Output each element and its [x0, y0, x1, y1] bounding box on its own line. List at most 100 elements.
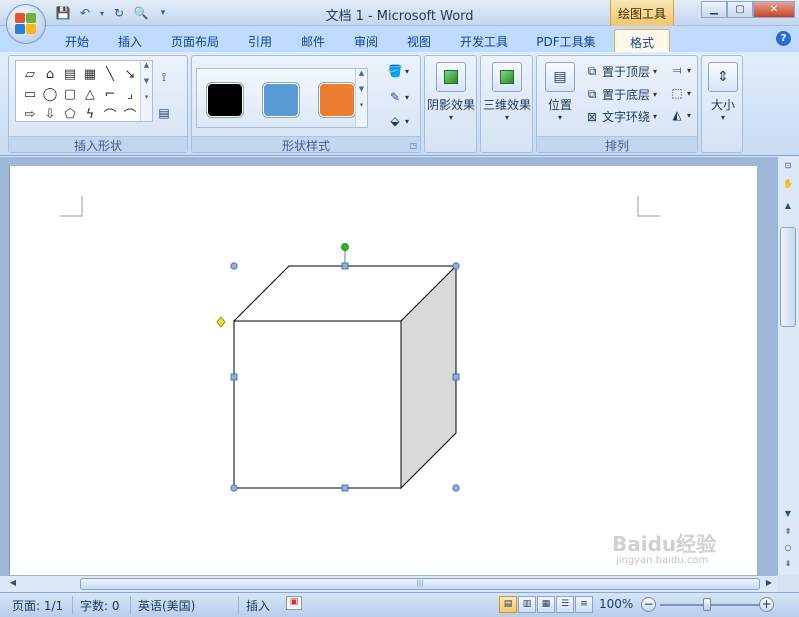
- zoom-in-button[interactable]: +: [759, 597, 774, 612]
- macro-record-icon[interactable]: ▣: [286, 596, 302, 610]
- insert-mode[interactable]: 插入: [246, 597, 270, 614]
- shape-option-14[interactable]: ⬠: [60, 104, 80, 124]
- tab-pdf-tools[interactable]: PDF工具集: [530, 29, 602, 52]
- horizontal-scroll-thumb[interactable]: |||: [80, 578, 760, 590]
- scroll-left-icon[interactable]: ◀: [6, 578, 20, 587]
- shape-option-8[interactable]: ▢: [60, 84, 80, 104]
- scroll-down-icon[interactable]: ▼: [780, 509, 796, 523]
- scroll-right-icon[interactable]: ▶: [762, 578, 776, 587]
- redo-icon[interactable]: ↻: [110, 4, 128, 22]
- draft-view-icon[interactable]: ≡: [575, 596, 593, 613]
- tab-mailings[interactable]: 邮件: [294, 29, 332, 52]
- tab-review[interactable]: 审阅: [347, 29, 385, 52]
- adjustment-handle[interactable]: [216, 316, 226, 328]
- page-count[interactable]: 页面: 1/1: [12, 597, 63, 614]
- outline-view-icon[interactable]: ☰: [556, 596, 574, 613]
- shape-option-5[interactable]: ↘: [120, 64, 140, 84]
- zoom-slider-thumb[interactable]: [703, 598, 711, 611]
- shape-option-10[interactable]: ⌐: [100, 84, 120, 104]
- position-button[interactable]: ▤ 位置 ▾: [541, 62, 579, 122]
- tab-view[interactable]: 视图: [400, 29, 438, 52]
- shadow-effects-button[interactable]: 阴影效果 ▾: [427, 62, 475, 122]
- vertical-scrollbar[interactable]: ⊡ ✋ ▲ ▼ ⇞ ○ ⇟: [777, 157, 799, 575]
- word-count[interactable]: 字数: 0: [80, 597, 120, 614]
- size-button[interactable]: ⇕ 大小 ▾: [704, 62, 742, 122]
- corner-resize-handle[interactable]: [452, 484, 460, 492]
- change-shape-button[interactable]: ⬙ ▾: [388, 114, 409, 128]
- document-page[interactable]: [9, 166, 757, 575]
- group-3d-effects: 三维效果 ▾: [480, 55, 533, 153]
- style-gallery-scroll[interactable]: ▲ ▼ ▾: [355, 69, 367, 127]
- align-button[interactable]: ⫤ ▾: [670, 63, 691, 77]
- side-resize-handle[interactable]: [230, 373, 238, 381]
- tab-developer[interactable]: 开发工具: [453, 29, 515, 52]
- zoom-out-button[interactable]: −: [641, 597, 656, 612]
- style-swatch-black[interactable]: [207, 83, 243, 117]
- corner-resize-handle[interactable]: [230, 262, 238, 270]
- web-layout-icon[interactable]: ▦: [537, 596, 555, 613]
- next-page-icon[interactable]: ⇟: [780, 559, 796, 573]
- text-wrap-button[interactable]: ⊠ 文字环绕 ▾: [585, 108, 657, 125]
- print-layout-icon[interactable]: ▤: [499, 596, 517, 613]
- shape-option-3[interactable]: ▦: [80, 64, 100, 84]
- language-indicator[interactable]: 英语(美国): [138, 597, 195, 614]
- shape-fill-button[interactable]: 🪣 ▾: [388, 64, 409, 78]
- side-resize-handle[interactable]: [452, 373, 460, 381]
- undo-dropdown-icon[interactable]: ▾: [98, 4, 106, 22]
- undo-icon[interactable]: ↶: [76, 4, 94, 22]
- tab-insert[interactable]: 插入: [111, 29, 149, 52]
- close-button[interactable]: ✕: [753, 1, 795, 18]
- maximize-button[interactable]: ▢: [727, 1, 753, 18]
- ruler-toggle-icon[interactable]: ⊡: [780, 161, 796, 175]
- horizontal-scrollbar[interactable]: ◀ ||| ▶: [0, 575, 777, 592]
- edit-shape-button[interactable]: ⟟: [157, 70, 171, 84]
- office-button[interactable]: [6, 4, 46, 44]
- 3d-effects-button[interactable]: 三维效果 ▾: [483, 62, 531, 122]
- shape-option-11[interactable]: ⌟: [120, 84, 140, 104]
- tab-references[interactable]: 引用: [241, 29, 279, 52]
- dialog-launcher-icon[interactable]: ◳: [409, 141, 417, 150]
- group-button[interactable]: ⬚ ▾: [670, 86, 691, 100]
- browse-object-icon[interactable]: ○: [780, 543, 796, 557]
- cube-shape[interactable]: [232, 264, 458, 490]
- help-icon[interactable]: ?: [776, 31, 791, 46]
- shape-option-15[interactable]: ϟ: [80, 104, 100, 124]
- rotate-button[interactable]: ◭ ▾: [670, 108, 691, 122]
- corner-resize-handle[interactable]: [230, 484, 238, 492]
- save-icon[interactable]: 💾: [54, 4, 72, 22]
- side-resize-handle[interactable]: [341, 262, 349, 270]
- zoom-level[interactable]: 100%: [599, 597, 633, 611]
- shape-option-0[interactable]: ▱: [20, 64, 40, 84]
- vertical-scroll-thumb[interactable]: [780, 227, 796, 327]
- shape-option-6[interactable]: ▭: [20, 84, 40, 104]
- shape-option-13[interactable]: ⇩: [40, 104, 60, 124]
- full-screen-reading-icon[interactable]: ▥: [518, 596, 536, 613]
- style-swatch-orange[interactable]: [319, 83, 355, 117]
- shape-option-1[interactable]: ⌂: [40, 64, 60, 84]
- rotation-handle[interactable]: [341, 243, 349, 251]
- hand-icon[interactable]: ✋: [780, 179, 796, 193]
- text-box-button[interactable]: ▤: [157, 106, 171, 120]
- tab-format[interactable]: 格式: [614, 29, 670, 52]
- bring-to-front-button[interactable]: ⧉ 置于顶层 ▾: [585, 63, 657, 80]
- print-preview-icon[interactable]: 🔍: [132, 4, 150, 22]
- shape-outline-button[interactable]: ✎ ▾: [388, 90, 409, 104]
- style-swatch-blue[interactable]: [263, 83, 299, 117]
- tab-home[interactable]: 开始: [58, 29, 96, 52]
- shape-gallery-scroll[interactable]: ▲ ▼ ▾: [140, 61, 152, 121]
- shape-option-2[interactable]: ▤: [60, 64, 80, 84]
- shape-option-16[interactable]: ⌒: [100, 104, 120, 124]
- customize-icon[interactable]: ▾: [154, 4, 172, 22]
- previous-page-icon[interactable]: ⇞: [780, 527, 796, 541]
- shape-option-17[interactable]: ⌒: [120, 104, 140, 124]
- shape-option-9[interactable]: △: [80, 84, 100, 104]
- scroll-up-icon[interactable]: ▲: [780, 201, 796, 215]
- send-to-back-button[interactable]: ⧉ 置于底层 ▾: [585, 86, 657, 103]
- minimize-button[interactable]: ▁: [701, 1, 727, 18]
- shape-option-4[interactable]: ╲: [100, 64, 120, 84]
- shape-option-12[interactable]: ⇨: [20, 104, 40, 124]
- tab-page-layout[interactable]: 页面布局: [164, 29, 226, 52]
- shape-option-7[interactable]: ◯: [40, 84, 60, 104]
- corner-resize-handle[interactable]: [452, 262, 460, 270]
- side-resize-handle[interactable]: [341, 484, 349, 492]
